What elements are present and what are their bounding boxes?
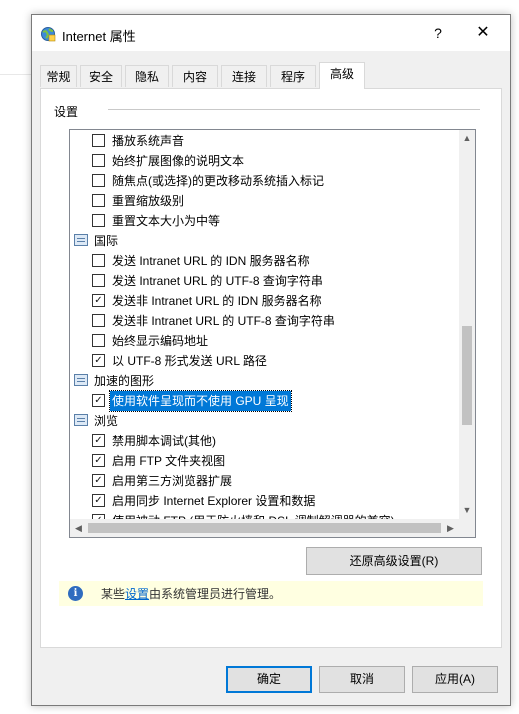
settings-option[interactable]: 发送非 Intranet URL 的 UTF-8 查询字符串: [70, 311, 459, 331]
settings-option[interactable]: 重置文本大小为中等: [70, 211, 459, 231]
scroll-left-arrow-icon[interactable]: ◀: [70, 519, 87, 537]
checkbox-checked[interactable]: ✓: [92, 294, 105, 307]
horizontal-scrollbar[interactable]: ◀ ▶: [70, 519, 459, 537]
option-label: 重置文本大小为中等: [112, 214, 221, 228]
checkbox-checked[interactable]: ✓: [92, 434, 105, 447]
checkbox-unchecked[interactable]: [92, 274, 105, 287]
checkbox-unchecked[interactable]: [92, 134, 105, 147]
checkbox-checked[interactable]: ✓: [92, 394, 105, 407]
info-prefix: 某些: [101, 587, 126, 601]
info-message: 某些设置由系统管理员进行管理。: [101, 585, 281, 602]
settings-option[interactable]: ✓使用被动 FTP (用于防火墙和 DSL 调制解调器的兼容): [70, 511, 459, 519]
checkbox-unchecked[interactable]: [92, 314, 105, 327]
settings-option[interactable]: 始终显示编码地址: [70, 331, 459, 351]
ok-button[interactable]: 确定: [226, 666, 312, 693]
option-label: 发送 Intranet URL 的 UTF-8 查询字符串: [112, 274, 323, 288]
help-button[interactable]: ?: [426, 21, 450, 45]
option-label: 禁用脚本调试(其他): [112, 434, 216, 448]
settings-option[interactable]: 发送 Intranet URL 的 IDN 服务器名称: [70, 251, 459, 271]
option-label: 使用被动 FTP (用于防火墙和 DSL 调制解调器的兼容): [112, 511, 395, 519]
option-label: 随焦点(或选择)的更改移动系统插入标记: [112, 174, 324, 188]
checkbox-unchecked[interactable]: [92, 174, 105, 187]
info-suffix: 由系统管理员进行管理。: [149, 587, 282, 601]
checkbox-unchecked[interactable]: [92, 154, 105, 167]
checkbox-unchecked[interactable]: [92, 334, 105, 347]
tab-security[interactable]: 安全: [80, 65, 122, 87]
settings-category[interactable]: 浏览: [70, 411, 459, 431]
vertical-scrollbar[interactable]: ▲ ▼: [459, 130, 475, 519]
settings-category[interactable]: 国际: [70, 231, 459, 251]
tab-content[interactable]: 内容: [172, 65, 218, 87]
settings-option[interactable]: ✓ 禁用脚本调试(其他): [70, 431, 459, 451]
option-label: 使用软件呈现而不使用 GPU 呈现: [109, 390, 292, 412]
option-label: 始终扩展图像的说明文本: [112, 154, 245, 168]
checkbox-unchecked[interactable]: [92, 214, 105, 227]
option-label: 发送非 Intranet URL 的 UTF-8 查询字符串: [112, 314, 335, 328]
checkbox-checked[interactable]: ✓: [92, 454, 105, 467]
tab-connections[interactable]: 连接: [221, 65, 267, 87]
settings-option[interactable]: ✓ 启用第三方浏览器扩展: [70, 471, 459, 491]
settings-category[interactable]: 加速的图形: [70, 371, 459, 391]
settings-option[interactable]: ✓ 启用同步 Internet Explorer 设置和数据: [70, 491, 459, 511]
option-label: 始终显示编码地址: [112, 334, 209, 348]
settings-option[interactable]: 播放系统声音: [70, 131, 459, 151]
title-bar: Internet 属性 ? ✕: [32, 15, 510, 51]
option-label: 启用 FTP 文件夹视图: [112, 454, 226, 468]
vertical-scroll-thumb[interactable]: [462, 326, 472, 425]
group-divider: [108, 109, 480, 110]
tab-privacy[interactable]: 隐私: [125, 65, 169, 87]
advanced-panel: 设置 播放系统声音始终扩展图像的说明文本随焦点(或选择)的更改移动系统插入标记重…: [40, 88, 502, 648]
settings-option[interactable]: 发送 Intranet URL 的 UTF-8 查询字符串: [70, 271, 459, 291]
checkbox-unchecked[interactable]: [92, 194, 105, 207]
category-folder-icon: [74, 414, 88, 426]
close-button[interactable]: ✕: [468, 21, 498, 45]
option-label: 以 UTF-8 形式发送 URL 路径: [112, 354, 267, 368]
cancel-button[interactable]: 取消: [319, 666, 405, 693]
scrollbar-corner: [459, 519, 475, 537]
settings-option[interactable]: ✓ 发送非 Intranet URL 的 IDN 服务器名称: [70, 291, 459, 311]
option-label: 发送 Intranet URL 的 IDN 服务器名称: [112, 254, 310, 268]
settings-option[interactable]: 始终扩展图像的说明文本: [70, 151, 459, 171]
category-folder-icon: [74, 374, 88, 386]
settings-link[interactable]: 设置: [125, 587, 149, 601]
option-label: 发送非 Intranet URL 的 IDN 服务器名称: [112, 294, 322, 308]
apply-button[interactable]: 应用(A): [412, 666, 498, 693]
option-label: 启用同步 Internet Explorer 设置和数据: [112, 494, 316, 508]
internet-globe-icon: [41, 27, 56, 42]
option-label: 播放系统声音: [112, 134, 185, 148]
settings-group-label: 设置: [54, 105, 79, 119]
category-label: 国际: [94, 234, 119, 248]
settings-tree: 播放系统声音始终扩展图像的说明文本随焦点(或选择)的更改移动系统插入标记 重置缩放…: [69, 129, 476, 538]
scroll-down-arrow-icon[interactable]: ▼: [459, 502, 475, 519]
settings-option[interactable]: ✓ 使用软件呈现而不使用 GPU 呈现: [70, 390, 459, 412]
category-label: 加速的图形: [94, 374, 155, 388]
horizontal-scroll-thumb[interactable]: [88, 523, 441, 533]
option-label: 启用第三方浏览器扩展: [112, 474, 233, 488]
scroll-right-arrow-icon[interactable]: ▶: [442, 519, 459, 537]
option-label: 重置缩放级别: [112, 194, 185, 208]
checkbox-checked[interactable]: ✓: [92, 494, 105, 507]
settings-option[interactable]: 重置缩放级别: [70, 191, 459, 211]
info-icon: i: [68, 586, 83, 601]
window-title: Internet 属性: [62, 29, 136, 44]
restore-advanced-settings-button[interactable]: 还原高级设置(R): [306, 547, 482, 575]
internet-properties-dialog: Internet 属性 ? ✕ 常规 安全 隐私 内容 连接 程序 高级 设置 …: [31, 14, 511, 706]
checkbox-checked[interactable]: ✓: [92, 354, 105, 367]
tab-advanced[interactable]: 高级: [319, 62, 365, 89]
settings-list: 播放系统声音始终扩展图像的说明文本随焦点(或选择)的更改移动系统插入标记 重置缩放…: [70, 130, 459, 519]
settings-option[interactable]: ✓ 以 UTF-8 形式发送 URL 路径: [70, 351, 459, 371]
tab-general[interactable]: 常规: [40, 65, 77, 87]
category-folder-icon: [74, 234, 88, 246]
category-label: 浏览: [94, 414, 119, 428]
info-bar: i 某些设置由系统管理员进行管理。: [59, 581, 483, 606]
settings-option[interactable]: 随焦点(或选择)的更改移动系统插入标记: [70, 171, 459, 191]
scroll-up-arrow-icon[interactable]: ▲: [459, 130, 475, 147]
checkbox-unchecked[interactable]: [92, 254, 105, 267]
tab-programs[interactable]: 程序: [270, 65, 316, 87]
settings-option[interactable]: ✓ 启用 FTP 文件夹视图: [70, 451, 459, 471]
checkbox-checked[interactable]: ✓: [92, 474, 105, 487]
